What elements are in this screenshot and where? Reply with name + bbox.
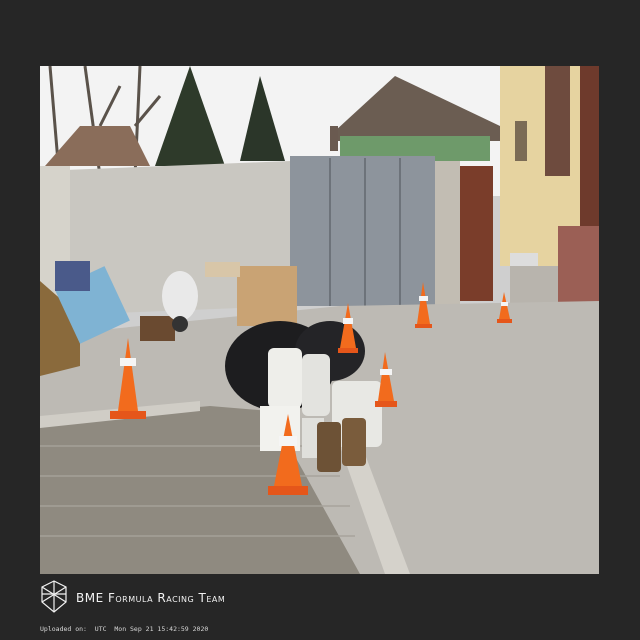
cube-logo-icon <box>41 580 67 613</box>
upload-label: Uploaded on: <box>40 625 87 633</box>
brand: BME Formula Racing Team <box>40 578 225 618</box>
upload-timestamp: UTC Mon Sep 21 15:42:59 2020 <box>94 625 209 633</box>
courtyard-photo <box>40 66 599 574</box>
photo <box>40 66 599 574</box>
brand-name: BME Formula Racing Team <box>76 591 226 605</box>
upload-info: Uploaded on: UTC Mon Sep 21 15:42:59 202… <box>40 625 208 633</box>
